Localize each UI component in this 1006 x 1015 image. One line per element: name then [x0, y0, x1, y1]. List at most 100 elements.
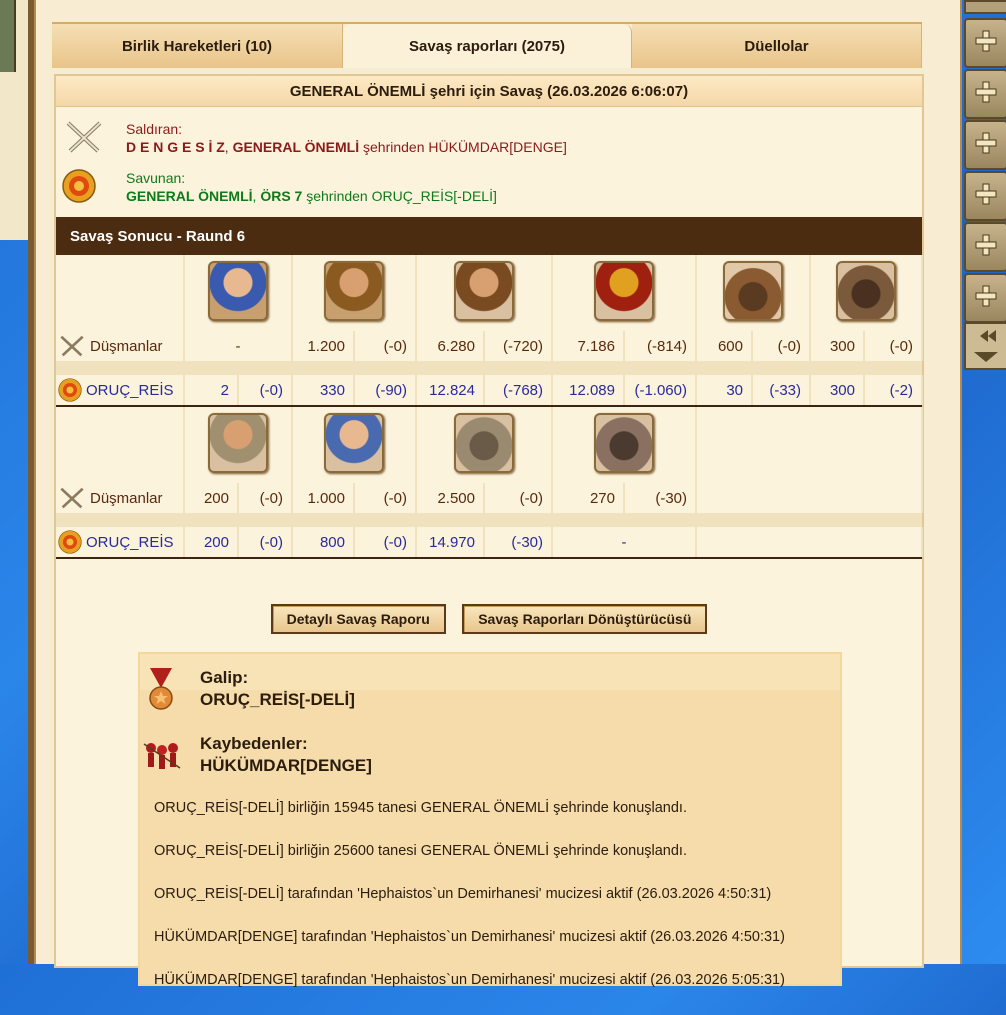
- right-sidebar: [962, 0, 1006, 964]
- attacker-alliance-link[interactable]: HÜKÜMDAR[DENGE]: [428, 139, 566, 155]
- sidebar-add-button-4[interactable]: [964, 171, 1006, 221]
- own-swordsman-count: 12.824: [416, 375, 485, 405]
- enemy-cook-loss: (-0): [354, 483, 417, 513]
- left-panel-edge: [0, 0, 30, 240]
- enemy-label: Düşmanlar: [90, 337, 163, 355]
- own-label[interactable]: ORUÇ_REİS: [86, 534, 174, 551]
- attacker-city-link[interactable]: GENERAL ÖNEMLİ: [233, 139, 360, 155]
- plus-icon: [975, 81, 997, 103]
- enemy-row-2: Düşmanlar 200 (-0) 1.000 (-0) 2.500 (-0)…: [56, 483, 923, 513]
- own-ballista-count: 14.970: [416, 527, 485, 557]
- unit-icons-row-2: [56, 407, 923, 483]
- sidebar-nav-controls: [964, 322, 1006, 370]
- sidebar-add-button-5[interactable]: [964, 222, 1006, 272]
- own-trumpeter-loss: (-90): [354, 375, 417, 405]
- enemy-slinger-count: -: [184, 331, 293, 361]
- defense-shield-icon: [62, 169, 96, 203]
- own-slinger-count: 2: [184, 375, 239, 405]
- own-chariot-loss: (-33): [752, 375, 811, 405]
- enemy-swords-icon: [60, 487, 84, 509]
- window-content: Birlik Hareketleri (10) Savaş raporları …: [50, 20, 924, 988]
- ballista-unit-icon: [454, 413, 514, 473]
- detailed-report-button[interactable]: Detaylı Savaş Raporu: [270, 604, 446, 634]
- collapse-arrows-icon[interactable]: [966, 324, 1006, 368]
- siege-tower-unit-icon: [594, 413, 654, 473]
- own-trumpeter-count: 330: [292, 375, 355, 405]
- log-line: ORUÇ_REİS[-DELİ] birliğin 25600 tanesi G…: [154, 843, 687, 859]
- defender-from-text: şehrinden: [306, 188, 368, 204]
- defender-player-link[interactable]: GENERAL ÖNEMLİ: [126, 188, 253, 204]
- tab-bar: Birlik Hareketleri (10) Savaş raporları …: [52, 22, 922, 68]
- own-priest-count: 200: [184, 527, 239, 557]
- defender-alliance-link[interactable]: ORUÇ_REİS[-DELİ]: [372, 188, 497, 204]
- medal-icon: [149, 668, 173, 710]
- log-line: HÜKÜMDAR[DENGE] tarafından 'Hephaistos`u…: [154, 929, 785, 945]
- enemy-cook-count: 1.000: [292, 483, 355, 513]
- sidebar-top-cap: [964, 0, 1006, 14]
- own-shield-icon: [58, 530, 82, 554]
- battle-parties: Saldıran: D E N G E S İ Z, GENERAL ÖNEML…: [56, 107, 922, 217]
- own-cook-count: 800: [292, 527, 355, 557]
- attacker-player-link[interactable]: D E N G E S İ Z: [126, 139, 225, 155]
- own-catapult-count: 300: [810, 375, 865, 405]
- enemy-priest-loss: (-0): [238, 483, 293, 513]
- swordsman-unit-icon: [454, 261, 514, 321]
- defender-city-link[interactable]: ÖRS 7: [260, 188, 302, 204]
- tab-battle-reports[interactable]: Savaş raporları (2075): [343, 24, 632, 68]
- plus-icon: [975, 234, 997, 256]
- own-chariot-count: 30: [696, 375, 753, 405]
- enemy-catapult-count: 300: [810, 331, 865, 361]
- own-cook-loss: (-0): [354, 527, 417, 557]
- chariot-unit-icon: [723, 261, 783, 321]
- log-line: HÜKÜMDAR[DENGE] tarafından 'Hephaistos`u…: [154, 972, 785, 988]
- log-line: ORUÇ_REİS[-DELİ] tarafından 'Hephaistos`…: [154, 886, 772, 902]
- sidebar-add-button-1[interactable]: [964, 18, 1006, 68]
- sidebar-add-button-6[interactable]: [964, 273, 1006, 323]
- unit-icons-row-1: [56, 255, 923, 331]
- attacker-label: Saldıran:: [126, 121, 183, 137]
- enemy-swordsman-count: 6.280: [416, 331, 485, 361]
- enemy-catapult-loss: (-0): [864, 331, 923, 361]
- own-catapult-loss: (-2): [864, 375, 923, 405]
- left-panel-image: [0, 0, 16, 72]
- own-row-1: ORUÇ_REİS 2 (-0) 330 (-90) 12.824 (-768)…: [56, 375, 923, 405]
- enemy-chariot-loss: (-0): [752, 331, 811, 361]
- log-line: ORUÇ_REİS[-DELİ] birliğin 15945 tanesi G…: [154, 800, 687, 816]
- own-priest-loss: (-0): [238, 527, 293, 557]
- enemy-hoplite-loss: (-814): [624, 331, 697, 361]
- plus-icon: [975, 132, 997, 154]
- own-row-2: ORUÇ_REİS 200 (-0) 800 (-0) 14.970 (-30)…: [56, 527, 923, 557]
- own-swordsman-loss: (-768): [484, 375, 553, 405]
- tab-troop-movements[interactable]: Birlik Hareketleri (10): [52, 24, 343, 68]
- report-converter-button[interactable]: Savaş Raporları Dönüştürücüsü: [462, 604, 708, 634]
- enemy-swords-icon: [60, 335, 84, 357]
- battle-result-header: Savaş Sonucu - Raund 6: [56, 217, 922, 255]
- own-ballista-loss: (-30): [484, 527, 553, 557]
- sidebar-add-button-3[interactable]: [964, 120, 1006, 170]
- crossed-swords-icon: [66, 121, 102, 153]
- own-hoplite-count: 12.089: [552, 375, 625, 405]
- losers-name[interactable]: HÜKÜMDAR[DENGE]: [200, 756, 372, 776]
- hoplite-unit-icon: [594, 261, 654, 321]
- trumpeter-unit-icon: [324, 261, 384, 321]
- battle-summary: Galip: ORUÇ_REİS[-DELİ] Kaybedenler: HÜK…: [138, 652, 842, 988]
- own-label[interactable]: ORUÇ_REİS: [86, 382, 174, 399]
- enemy-label: Düşmanlar: [90, 489, 163, 507]
- enemy-priest-count: 200: [184, 483, 239, 513]
- own-hoplite-loss: (-1.060): [624, 375, 697, 405]
- enemy-siege-tower-count: 270: [552, 483, 625, 513]
- enemy-chariot-count: 600: [696, 331, 753, 361]
- battle-log: ORUÇ_REİS[-DELİ] birliğin 15945 tanesi G…: [154, 800, 834, 1015]
- report-actions: Detaylı Savaş Raporu Savaş Raporları Dön…: [56, 604, 922, 634]
- sidebar-add-button-2[interactable]: [964, 69, 1006, 119]
- enemy-siege-tower-loss: (-30): [624, 483, 697, 513]
- plus-icon: [975, 183, 997, 205]
- report-body: GENERAL ÖNEMLİ şehri için Savaş (26.03.2…: [54, 74, 924, 988]
- tab-duels[interactable]: Düellolar: [632, 24, 922, 68]
- catapult-unit-icon: [836, 261, 896, 321]
- enemy-row-1: Düşmanlar - 1.200 (-0) 6.280 (-720) 7.18…: [56, 331, 923, 361]
- attacker-from-text: şehrinden: [363, 139, 425, 155]
- enemy-trumpeter-loss: (-0): [354, 331, 417, 361]
- winner-name[interactable]: ORUÇ_REİS[-DELİ]: [200, 690, 355, 710]
- attacker-line: D E N G E S İ Z, GENERAL ÖNEMLİ şehrinde…: [126, 139, 567, 155]
